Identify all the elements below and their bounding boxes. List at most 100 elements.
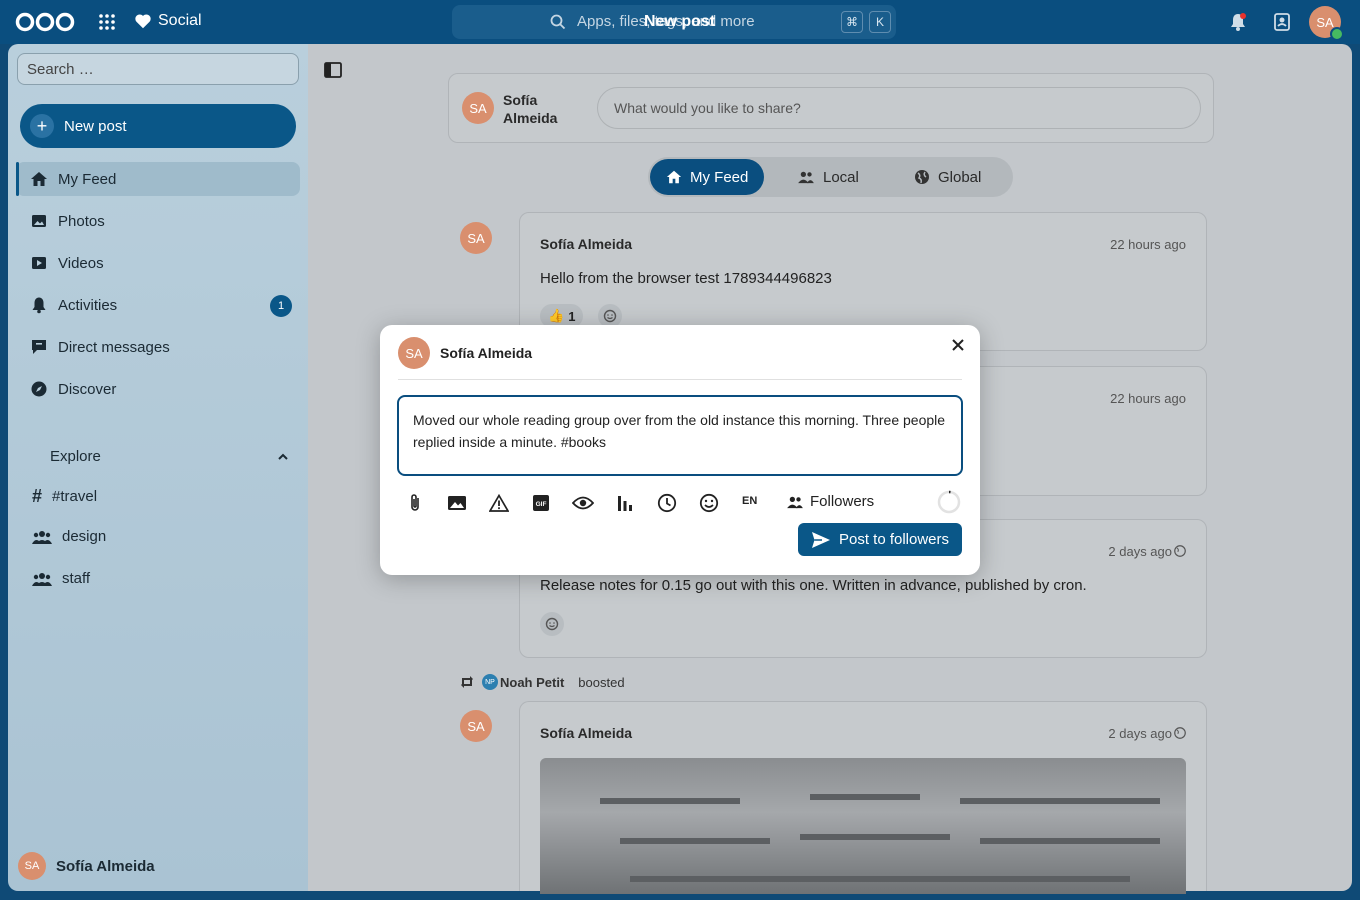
eye-icon [572, 496, 594, 510]
visibility-label: Followers [810, 493, 875, 510]
explore-item-label: design [62, 528, 107, 545]
add-image-button[interactable] [446, 492, 468, 514]
visibility-preview-button[interactable] [572, 492, 594, 514]
thumbs-up-icon: 👍 [548, 308, 565, 323]
add-emoji-icon [603, 309, 617, 323]
avatar: SA [462, 92, 494, 124]
app-navigation: Search … + New post My Feed Photos Video… [8, 44, 308, 891]
sidebar-search-input[interactable]: Search … [17, 53, 299, 85]
tab-label: My Feed [690, 168, 749, 186]
sidebar-item-label: Direct messages [58, 338, 170, 356]
add-reaction-button[interactable] [540, 612, 564, 636]
poll-icon [618, 496, 632, 511]
post-card: Sofía Almeida 2 days ago [519, 701, 1207, 894]
video-icon [32, 257, 46, 269]
new-post-label: New post [64, 117, 127, 135]
character-counter-icon [937, 490, 961, 514]
sidebar-user-name: Sofía Almeida [56, 857, 155, 875]
sidebar-item-discover[interactable]: Discover [16, 372, 300, 406]
chevron-up-icon[interactable] [276, 450, 290, 464]
paperclip-icon [411, 494, 419, 511]
image-icon [448, 496, 466, 510]
svg-text:GIF: GIF [536, 501, 547, 508]
post-time[interactable]: 22 hours ago [1110, 391, 1186, 406]
boost-indicator: NP Noah Petit boosted [460, 674, 625, 690]
avatar[interactable]: SA [460, 710, 492, 742]
emoji-button[interactable] [698, 492, 720, 514]
shortcut-key: K [869, 11, 891, 33]
sidebar-toggle-icon[interactable] [324, 62, 342, 78]
gif-button[interactable]: GIF [530, 492, 552, 514]
dialog-user-name: Sofía Almeida [440, 345, 533, 361]
explore-item-staff[interactable]: staff [32, 570, 90, 587]
tab-my-feed[interactable]: My Feed [650, 159, 765, 195]
bell-icon [32, 297, 46, 314]
feed-tabs: My Feed Local Global [648, 157, 1013, 197]
share-input[interactable]: What would you like to share? [597, 87, 1201, 129]
divider [398, 379, 962, 380]
heart-icon [135, 14, 151, 29]
page-title: New post [644, 13, 716, 30]
avatar[interactable]: NP [482, 674, 498, 690]
explore-item-travel[interactable]: # #travel [32, 486, 97, 507]
sidebar-item-label: Activities [58, 296, 118, 314]
image-icon [32, 215, 46, 227]
avatar[interactable]: SA [460, 222, 492, 254]
attachment-button[interactable] [404, 492, 426, 514]
explore-item-label: staff [62, 570, 91, 587]
home-icon [31, 172, 47, 186]
composer-user-name: Sofía Almeida [503, 92, 558, 126]
post-author[interactable]: Sofía Almeida [540, 725, 632, 741]
app-grid-icon[interactable] [98, 13, 116, 31]
hashtag-icon: # [32, 486, 43, 506]
sidebar-item-activities[interactable]: Activities 1 [16, 288, 300, 322]
group-icon [798, 171, 814, 184]
online-status-icon [1330, 27, 1344, 41]
post-image[interactable] [540, 758, 1186, 894]
tab-global[interactable]: Global [898, 159, 997, 195]
globe-icon [915, 170, 929, 184]
close-icon[interactable] [950, 337, 966, 353]
clock-icon [657, 493, 677, 513]
post-text-editor[interactable]: Moved our whole reading group over from … [397, 395, 963, 476]
explore-item-design[interactable]: design [32, 528, 106, 545]
sidebar-item-direct-messages[interactable]: Direct messages [16, 330, 300, 364]
booster-name[interactable]: Noah Petit [500, 675, 564, 690]
sidebar-item-videos[interactable]: Videos [16, 246, 300, 280]
send-icon [811, 531, 830, 548]
nextcloud-logo-icon[interactable] [14, 11, 76, 33]
post-time[interactable]: 2 days ago [1108, 726, 1172, 741]
search-icon [550, 14, 566, 30]
user-menu-avatar[interactable]: SA [1309, 6, 1344, 41]
schedule-button[interactable] [656, 492, 678, 514]
sidebar-item-my-feed[interactable]: My Feed [16, 162, 300, 196]
post-to-followers-button[interactable]: Post to followers [798, 523, 962, 556]
app-name-label: Social [158, 12, 202, 29]
post-text: Release notes for 0.15 go out with this … [540, 577, 1087, 594]
poll-button[interactable] [614, 492, 636, 514]
post-text: Hello from the browser test 178934449682… [540, 270, 832, 287]
post-time[interactable]: 22 hours ago [1110, 237, 1186, 252]
content-warning-button[interactable] [488, 492, 510, 514]
sidebar-user[interactable]: SA Sofía Almeida [18, 852, 155, 880]
visibility-selector[interactable]: Followers [786, 493, 874, 510]
post-time[interactable]: 2 days ago [1108, 544, 1172, 559]
notifications-bell-icon[interactable] [1228, 12, 1248, 32]
sidebar-item-photos[interactable]: Photos [16, 204, 300, 238]
tab-label: Global [938, 168, 982, 186]
explore-section-header[interactable]: Explore [50, 448, 101, 465]
avatar: SA [18, 852, 46, 880]
group-icon [32, 530, 52, 544]
sidebar-item-label: Videos [58, 254, 104, 272]
globe-icon [1174, 545, 1186, 557]
group-icon [32, 572, 52, 586]
message-icon [32, 340, 46, 354]
app-name-link[interactable]: Social [134, 12, 202, 30]
post-button-label: Post to followers [838, 531, 950, 548]
tab-local[interactable]: Local [781, 159, 875, 195]
post-author[interactable]: Sofía Almeida [540, 236, 632, 252]
language-selector[interactable]: EN [742, 495, 757, 507]
new-post-button[interactable]: + New post [20, 104, 296, 148]
boost-label: boosted [578, 674, 625, 690]
contacts-icon[interactable] [1272, 12, 1292, 32]
